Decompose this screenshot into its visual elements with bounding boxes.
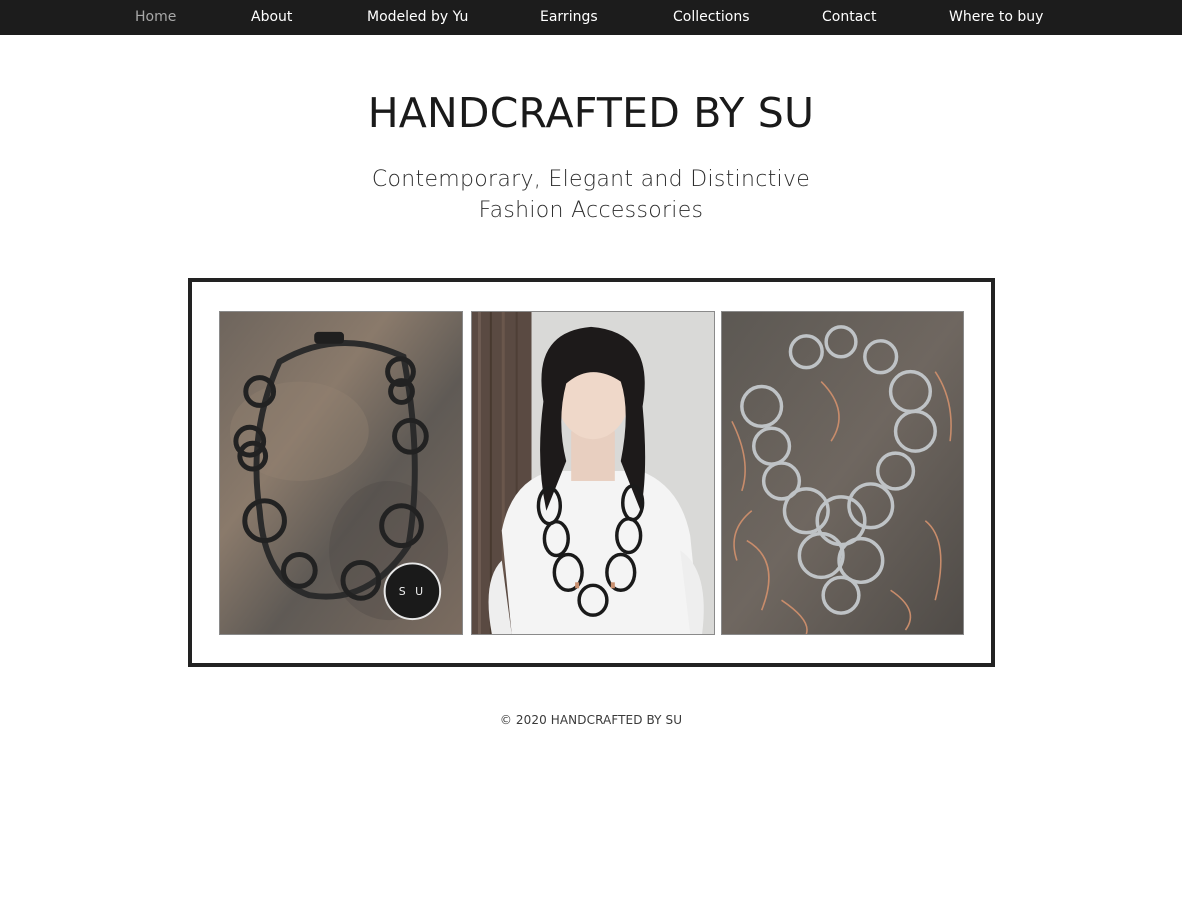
nav-link-earrings[interactable]: Earrings xyxy=(540,0,598,35)
gallery-image-silver-loops-necklace[interactable] xyxy=(721,311,964,635)
nav-link-collections[interactable]: Collections xyxy=(673,0,750,35)
nav-link-modeled-by-yu[interactable]: Modeled by Yu xyxy=(367,0,468,35)
site-title: HANDCRAFTED BY SU xyxy=(367,89,815,137)
nav-link-where-to-buy[interactable]: Where to buy xyxy=(949,0,1043,35)
nav-link-home[interactable]: Home xyxy=(135,0,176,35)
top-navigation-bar: Home About Modeled by Yu Earrings Collec… xyxy=(0,0,1182,35)
gallery-image-model-necklace[interactable] xyxy=(471,311,715,635)
footer-copyright: © 2020 HANDCRAFTED BY SU xyxy=(499,713,683,727)
tagline-line-2: Fashion Accessories xyxy=(478,198,704,223)
tagline-line-1: Contemporary, Elegant and Distinctive xyxy=(371,167,811,192)
nav-link-contact[interactable]: Contact xyxy=(822,0,876,35)
site-tagline: Contemporary, Elegant and Distinctive Fa… xyxy=(0,164,1182,226)
su-logo-badge: S U xyxy=(399,585,426,598)
nav-link-about[interactable]: About xyxy=(251,0,292,35)
gallery-image-ribbon-necklace[interactable]: S U xyxy=(219,311,463,635)
